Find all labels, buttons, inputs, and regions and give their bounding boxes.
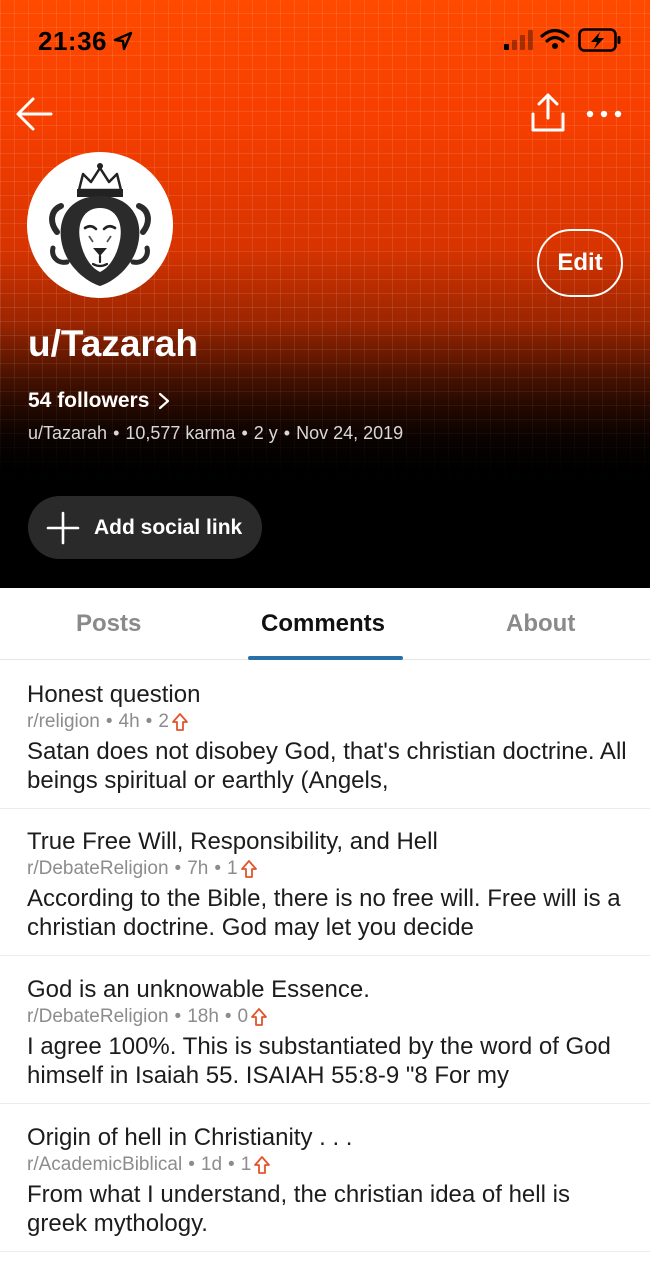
comment-meta: r/DebateReligion • 7h • 1 — [27, 858, 258, 880]
tab-about[interactable]: About — [506, 610, 575, 638]
battery-charging-icon — [578, 28, 621, 52]
comment-subreddit: r/DebateReligion — [27, 858, 169, 879]
comment-score: 2 — [158, 711, 169, 732]
comment-item[interactable]: Honest question r/religion • 4h • 2 Satan do… — [0, 661, 650, 809]
comment-age: 7h — [187, 858, 209, 879]
comment-meta: r/religion • 4h • 2 — [27, 711, 189, 733]
meta-age: 2 y — [253, 423, 278, 443]
comment-score: 0 — [237, 1006, 249, 1027]
comment-body: I agree 100%. This is substantiated by t… — [27, 1033, 611, 1089]
meta-handle: u/Tazarah — [28, 423, 108, 443]
profile-meta: u/Tazarah • 10,577 karma • 2 y • Nov 24, 2019 — [28, 423, 404, 443]
comment-post-title: True Free Will, Responsibility, and Hell — [27, 828, 438, 855]
more-icon[interactable] — [584, 104, 624, 124]
location-arrow-icon — [113, 31, 133, 51]
comment-post-title: God is an unknowable Essence. — [27, 976, 370, 1003]
avatar[interactable] — [27, 152, 173, 298]
upvote-icon — [254, 1156, 271, 1174]
lion-crown-avatar-icon — [27, 152, 173, 298]
meta-karma: 10,577 karma — [125, 423, 236, 443]
comment-age: 1d — [200, 1154, 223, 1175]
meta-joined: Nov 24, 2019 — [296, 423, 404, 443]
tab-comments[interactable]: Comments — [261, 610, 385, 638]
share-icon[interactable] — [528, 92, 568, 134]
chevron-right-icon — [159, 392, 170, 410]
active-tab-indicator — [248, 656, 403, 660]
edit-profile-button[interactable]: Edit — [537, 229, 623, 297]
comment-item[interactable]: Origin of hell in Christianity . . . r/A… — [0, 1104, 650, 1252]
followers-count: 54 followers — [28, 389, 150, 412]
comment-item[interactable]: God is an unknowable Essence. r/DebateRe… — [0, 956, 650, 1104]
comment-post-title: Origin of hell in Christianity . . . — [27, 1124, 353, 1151]
comment-body: From what I understand, the christian id… — [27, 1181, 570, 1237]
upvote-icon — [172, 713, 188, 731]
profile-username: u/Tazarah — [28, 323, 198, 364]
comment-item[interactable]: True Free Will, Responsibility, and Hell… — [0, 808, 650, 956]
comment-post-title: Honest question — [27, 681, 201, 708]
upvote-icon — [240, 860, 257, 878]
profile-tabs: Posts Comments About — [0, 588, 650, 660]
comment-age: 18h — [187, 1006, 219, 1027]
comment-body: According to the Bible, there is no free… — [27, 885, 621, 941]
comment-subreddit: r/religion — [27, 711, 100, 732]
add-social-link-button[interactable]: Add social link — [28, 496, 262, 559]
upvote-icon — [251, 1008, 268, 1026]
comment-subreddit: r/DebateReligion — [27, 1006, 169, 1027]
comment-score: 1 — [240, 1154, 252, 1175]
status-time: 21:36 — [38, 26, 107, 56]
comment-meta: r/AcademicBiblical • 1d • 1 — [27, 1154, 271, 1176]
wifi-icon — [540, 28, 570, 49]
plus-icon — [46, 511, 80, 544]
comment-body: Satan does not disobey God, that's chris… — [27, 738, 627, 794]
followers-link[interactable]: 54 followers — [28, 389, 171, 413]
cellular-signal-icon — [504, 30, 533, 50]
comment-meta: r/DebateReligion • 18h • 0 — [27, 1006, 268, 1028]
back-arrow-icon[interactable] — [14, 94, 54, 134]
tab-posts[interactable]: Posts — [76, 610, 141, 638]
status-bar: 21:36 — [0, 0, 650, 84]
comment-score: 1 — [226, 858, 238, 879]
add-social-link-label: Add social link — [94, 515, 243, 539]
comment-age: 4h — [118, 711, 140, 732]
comment-subreddit: r/AcademicBiblical — [27, 1154, 183, 1175]
